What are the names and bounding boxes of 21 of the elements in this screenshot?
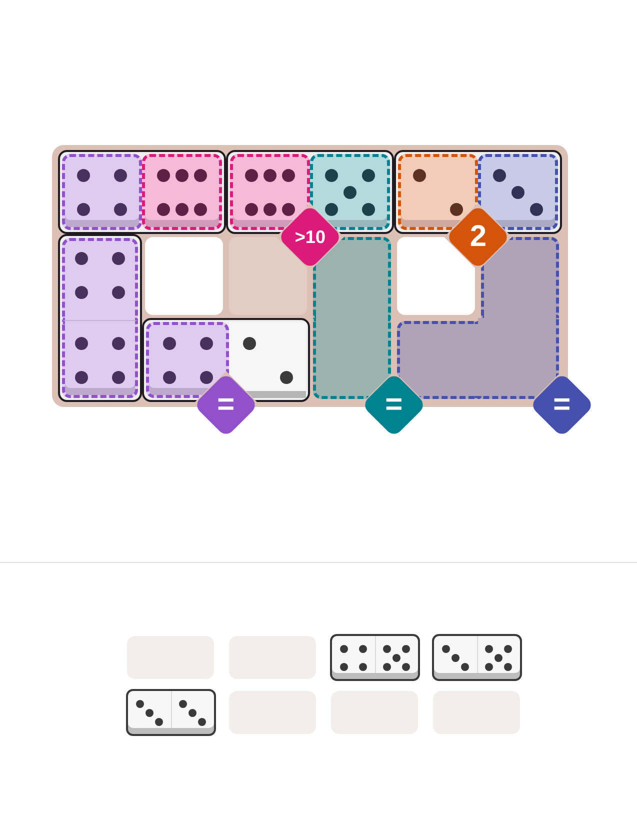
pips-icon xyxy=(75,252,125,299)
pips-icon xyxy=(325,168,375,216)
pips-icon xyxy=(75,337,125,384)
pips-icon xyxy=(179,700,206,726)
pips-icon xyxy=(413,168,463,216)
placed-domino[interactable] xyxy=(58,234,142,402)
pips-icon xyxy=(245,168,295,216)
pips-icon xyxy=(485,645,512,671)
pips-icon xyxy=(157,168,207,216)
pips-icon xyxy=(162,336,212,384)
pips-icon xyxy=(242,336,292,384)
pips-icon xyxy=(340,645,367,671)
domino-tile[interactable] xyxy=(432,634,522,681)
pips-icon xyxy=(442,645,469,671)
pips-icon xyxy=(77,168,127,216)
pips-icon xyxy=(136,700,163,726)
pips-icon xyxy=(493,168,543,216)
domino-tile[interactable] xyxy=(330,634,420,681)
placed-domino[interactable] xyxy=(58,150,226,234)
pips-icon xyxy=(383,645,410,671)
domino-tile[interactable] xyxy=(126,689,216,736)
